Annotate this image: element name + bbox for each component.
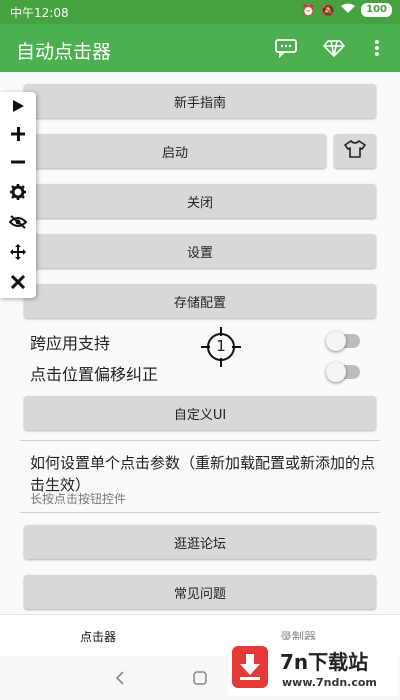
floating-toolbar: [0, 92, 36, 298]
plus-icon[interactable]: [4, 120, 32, 148]
toggle-knob: [326, 362, 346, 382]
battery-indicator: 100: [361, 3, 392, 17]
start-button[interactable]: 启动: [24, 134, 326, 168]
close-icon[interactable]: [4, 268, 32, 296]
theme-button[interactable]: [334, 134, 376, 168]
back-icon[interactable]: [110, 668, 130, 688]
status-time: 中午12:08: [10, 6, 69, 20]
cross-app-label: 跨应用支持: [30, 334, 111, 353]
tab-clicker[interactable]: 点击器: [80, 628, 116, 645]
click-target[interactable]: 1: [201, 327, 241, 367]
tshirt-icon: [344, 139, 366, 163]
status-bar: 中午12:08 ⏰ 🔕 100: [0, 0, 400, 24]
diamond-icon[interactable]: [320, 34, 348, 62]
divider: [20, 440, 380, 441]
help-subtitle: 长按点击按钮控件: [30, 492, 127, 506]
watermark-url: www.7ndn.com: [282, 676, 377, 689]
eye-off-icon[interactable]: [4, 208, 32, 236]
watermark: 7n下载站 www.7ndn.com: [228, 640, 398, 696]
faq-button[interactable]: 常见问题: [24, 575, 376, 609]
minus-icon[interactable]: [4, 148, 32, 176]
alarm-icon: ⏰: [301, 3, 316, 17]
toggle-knob: [326, 331, 346, 351]
save-config-button[interactable]: 存储配置: [24, 284, 376, 318]
settings-button[interactable]: 设置: [24, 234, 376, 268]
divider: [20, 512, 380, 513]
play-icon[interactable]: [4, 92, 32, 120]
offset-toggle[interactable]: [326, 362, 360, 382]
guide-button[interactable]: 新手指南: [24, 84, 376, 118]
gear-icon[interactable]: [4, 178, 32, 206]
app-bar: 自动点击器: [0, 24, 400, 72]
watermark-title: 7n下载站: [280, 650, 369, 674]
click-target-number: 1: [216, 337, 226, 355]
forum-button[interactable]: 逛逛论坛: [24, 525, 376, 559]
app-title: 自动点击器: [16, 41, 112, 63]
message-icon[interactable]: [272, 34, 300, 62]
more-menu-icon[interactable]: [363, 34, 391, 62]
mute-icon: 🔕: [321, 3, 336, 17]
custom-ui-button[interactable]: 自定义UI: [24, 396, 376, 430]
wifi-icon: [341, 3, 356, 17]
move-icon[interactable]: [4, 238, 32, 266]
cross-app-toggle[interactable]: [326, 331, 360, 351]
status-icons: ⏰ 🔕 100: [302, 3, 392, 17]
close-button[interactable]: 关闭: [24, 184, 376, 218]
home-icon[interactable]: [190, 668, 210, 688]
offset-label: 点击位置偏移纠正: [30, 365, 159, 384]
download-logo-icon: [232, 646, 268, 688]
